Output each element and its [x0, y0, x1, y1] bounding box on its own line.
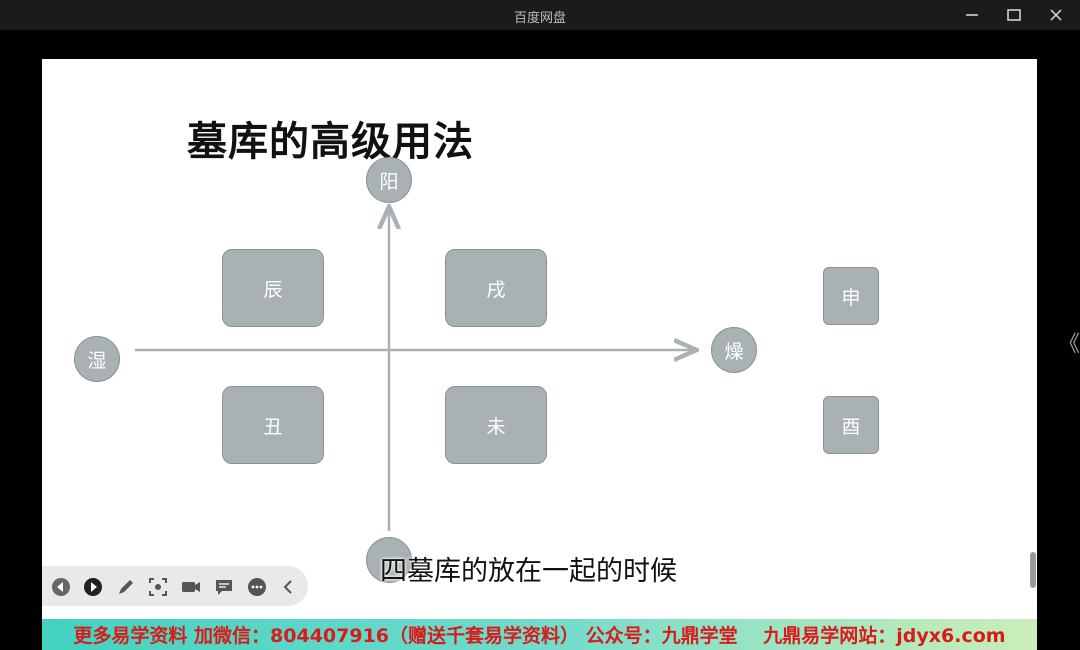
screenshot-button[interactable] — [147, 576, 169, 598]
close-icon — [1050, 9, 1062, 21]
comment-button[interactable] — [213, 576, 235, 598]
axes-diagram — [135, 59, 1037, 531]
chen-box: 辰 — [222, 249, 324, 327]
window-titlebar: 百度网盘 — [0, 0, 1080, 30]
play-button[interactable] — [82, 576, 104, 598]
pen-icon — [119, 580, 133, 594]
side-panel-toggle-icon[interactable]: 《 — [1058, 326, 1080, 358]
yang-node: 阳 — [366, 157, 412, 203]
play-icon — [84, 578, 102, 596]
screenshot-icon — [149, 578, 167, 596]
prev-icon — [52, 578, 70, 596]
you-box: 酉 — [823, 396, 879, 454]
minimize-icon — [966, 14, 978, 16]
window-title: 百度网盘 — [513, 11, 566, 26]
maximize-icon — [1007, 9, 1021, 21]
close-button[interactable] — [1036, 0, 1076, 30]
collapse-icon — [283, 580, 292, 594]
prev-button[interactable] — [50, 576, 72, 598]
maximize-button[interactable] — [994, 0, 1034, 30]
xu-box: 戌 — [445, 249, 547, 327]
camera-button[interactable] — [180, 576, 202, 598]
pen-button[interactable] — [115, 576, 137, 598]
shi-node: 湿 — [74, 336, 120, 382]
promo-banner: 更多易学资料 加微信：804407916（赠送千套易学资料） 公众号：九鼎学堂 … — [42, 619, 1037, 650]
wei-box: 未 — [445, 386, 547, 464]
camera-icon — [182, 582, 200, 592]
video-subtitle: 四墓库的放在一起的时候 — [380, 556, 677, 587]
scrollbar-thumb[interactable] — [1030, 552, 1036, 588]
zao-node: 燥 — [711, 327, 757, 373]
minimize-button[interactable] — [952, 0, 992, 30]
more-button[interactable] — [246, 576, 268, 598]
collapse-toolbar-button[interactable] — [278, 576, 300, 598]
more-icon — [248, 578, 266, 596]
chou-box: 丑 — [222, 386, 324, 464]
video-slide[interactable]: 墓库的高级用法 阳 湿 燥 辰 戌 丑 未 申 酉 四墓库的放在一起的时候 — [42, 59, 1037, 619]
shen-box: 申 — [823, 267, 879, 325]
player-toolbar — [42, 566, 308, 606]
comment-icon — [216, 580, 232, 595]
